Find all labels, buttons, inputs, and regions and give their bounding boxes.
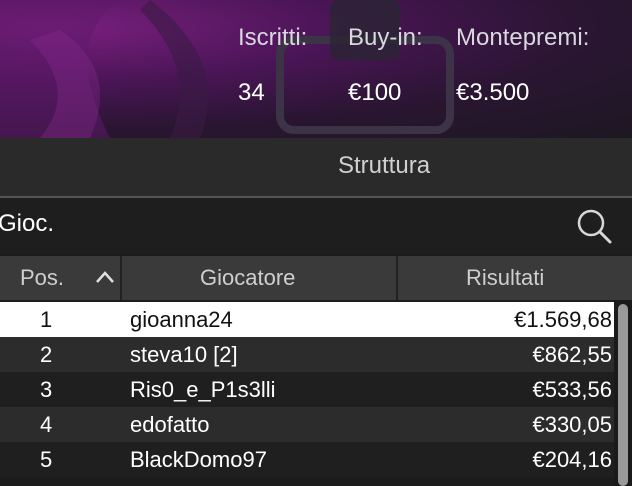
row-result: €1.569,68 <box>514 307 612 332</box>
row-result: €862,55 <box>532 342 612 367</box>
entrants-value: 34 <box>238 79 265 106</box>
row-player: edofatto <box>130 412 210 437</box>
table-row[interactable]: 3 Ris0_e_P1s3lli €533,56 <box>0 372 632 407</box>
row-result: €204,16 <box>532 447 612 472</box>
row-position: 5 <box>40 447 53 472</box>
tab-struttura[interactable]: Struttura <box>338 152 430 180</box>
prizepool-value: €3.500 <box>456 79 530 106</box>
table-row[interactable]: 4 edofatto €330,05 <box>0 407 632 442</box>
row-result: €533,56 <box>532 377 612 402</box>
table-row[interactable]: 1 gioanna24 €1.569,68 <box>0 302 632 337</box>
column-results[interactable]: Risultati <box>466 256 544 300</box>
row-position: 3 <box>40 377 53 402</box>
row-position: 2 <box>40 342 53 367</box>
table-row[interactable]: 5 BlackDomo97 €204,16 <box>0 442 632 477</box>
row-position: 1 <box>40 307 53 332</box>
chevron-up-icon[interactable] <box>95 270 115 284</box>
row-position: 4 <box>40 412 53 437</box>
table-row[interactable]: 2 steva10 [2] €862,55 <box>0 337 632 372</box>
banner-decoration <box>0 0 454 138</box>
tournament-banner: Iscritti: Buy-in: Montepremi: 34 €100 €3… <box>0 0 632 138</box>
entrants-label: Iscritti: <box>238 24 308 51</box>
buyin-label: Buy-in: <box>348 24 423 51</box>
prizepool-label: Montepremi: <box>456 24 590 51</box>
column-player[interactable]: Giocatore <box>200 256 295 300</box>
scrollbar-thumb[interactable] <box>618 304 628 486</box>
tab-bar: Struttura <box>0 138 632 198</box>
column-pos[interactable]: Pos. <box>20 256 64 300</box>
column-divider <box>396 256 398 300</box>
row-result: €330,05 <box>532 412 612 437</box>
player-search-bar[interactable]: Gioc. <box>0 198 632 254</box>
row-player: BlackDomo97 <box>130 447 267 472</box>
row-player: Ris0_e_P1s3lli <box>130 377 276 402</box>
search-input[interactable]: Gioc. <box>0 210 54 238</box>
buyin-value: €100 <box>348 79 402 106</box>
row-player: gioanna24 <box>130 307 233 332</box>
search-icon[interactable] <box>574 206 614 246</box>
column-divider <box>120 256 122 300</box>
row-player: steva10 [2] <box>130 342 238 367</box>
